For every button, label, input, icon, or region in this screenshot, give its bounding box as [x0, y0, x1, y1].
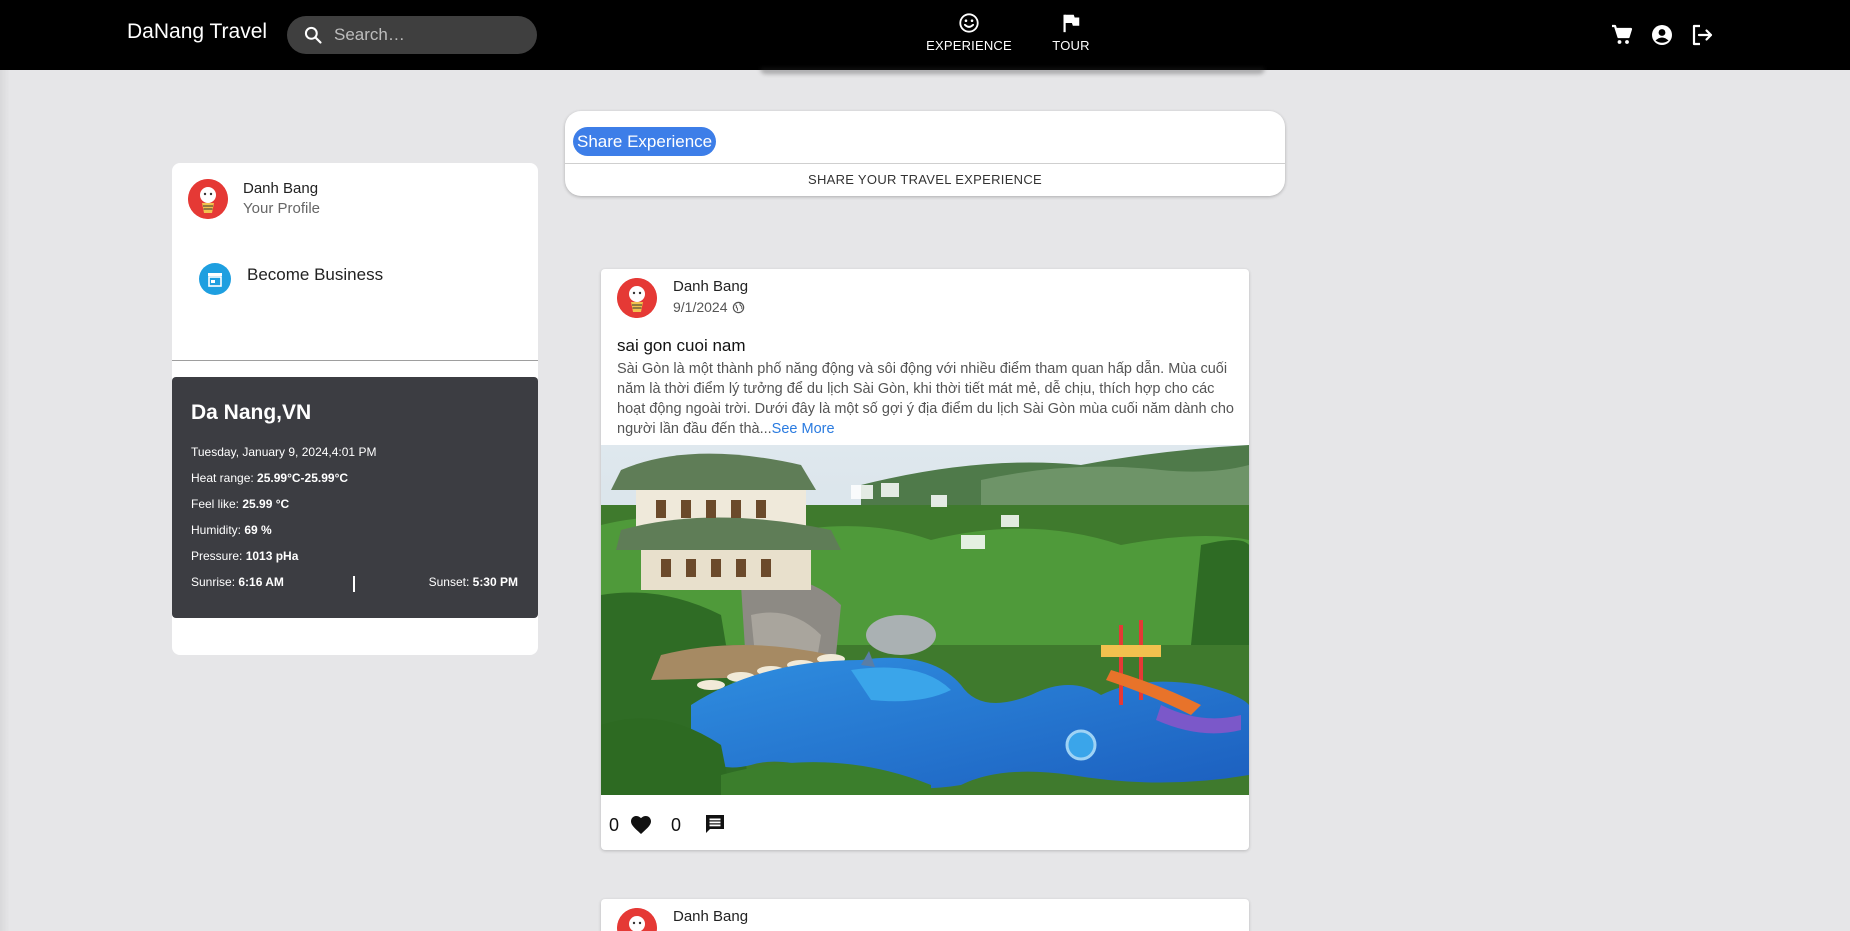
post-author-avatar[interactable]: [617, 908, 657, 931]
post-card: Danh Bang: [601, 899, 1249, 931]
post-image[interactable]: [601, 445, 1249, 795]
sidebar-divider: [172, 360, 538, 361]
weather-widget: Da Nang,VN Tuesday, January 9, 2024,4:01…: [172, 377, 538, 618]
logout-icon[interactable]: [1690, 23, 1714, 47]
post-author-avatar[interactable]: [617, 278, 657, 318]
become-business-link[interactable]: Become Business: [247, 265, 383, 285]
post-body-text: Sài Gòn là một thành phố năng động và sô…: [617, 361, 1234, 437]
weather-city: Da Nang,VN: [191, 401, 312, 424]
weather-sunrise: Sunrise: 6:16 AM: [191, 575, 284, 589]
smiley-icon: [959, 13, 979, 33]
flag-icon: [1063, 14, 1080, 33]
post-author-name[interactable]: Danh Bang: [673, 278, 748, 295]
share-card-subtitle[interactable]: SHARE YOUR TRAVEL EXPERIENCE: [565, 172, 1285, 187]
weather-datetime: Tuesday, January 9, 2024,4:01 PM: [191, 445, 377, 459]
account-circle-icon[interactable]: [1650, 23, 1674, 47]
weather-humidity: Humidity: 69 %: [191, 523, 272, 537]
nav-experience-label: EXPERIENCE: [926, 38, 1012, 53]
cart-icon[interactable]: [1610, 23, 1634, 47]
avatar-mascot-icon: [188, 179, 228, 219]
top-navigation-bar: DaNang Travel EXPERIENCE TOUR: [0, 0, 1850, 70]
profile-name[interactable]: Danh Bang: [243, 180, 318, 197]
left-sidebar: Danh Bang Your Profile Become Business D…: [172, 163, 538, 655]
like-count: 0: [609, 815, 620, 835]
search-box[interactable]: [287, 16, 537, 54]
post-author-name[interactable]: Danh Bang: [673, 908, 748, 925]
avatar-mascot-icon: [617, 908, 657, 931]
weather-heat-range: Heat range: 25.99°C-25.99°C: [191, 471, 349, 485]
profile-subtitle[interactable]: Your Profile: [243, 200, 320, 217]
post-date: 9/1/2024: [673, 299, 745, 315]
post-title: sai gon cuoi nam: [617, 336, 746, 355]
heart-icon[interactable]: [629, 813, 653, 837]
search-icon: [304, 26, 322, 44]
brand-logo-text[interactable]: DaNang Travel: [127, 20, 267, 44]
page-edge-shadow: [0, 70, 10, 931]
nav-experience[interactable]: EXPERIENCE: [925, 12, 1013, 55]
resort-photo: [601, 445, 1249, 795]
store-icon[interactable]: [199, 263, 231, 295]
post-card: Danh Bang 9/1/2024 sai gon cuoi nam Sài …: [601, 269, 1249, 850]
share-experience-button[interactable]: Share Experience: [573, 127, 717, 156]
nav-tour[interactable]: TOUR: [1046, 12, 1096, 55]
weather-sunset: Sunset: 5:30 PM: [428, 575, 518, 589]
avatar-mascot-icon: [617, 278, 657, 318]
header-drop-shadow: [760, 68, 1265, 74]
comment-count: 0: [671, 815, 682, 835]
weather-pressure: Pressure: 1013 pHa: [191, 549, 299, 563]
search-input[interactable]: [334, 16, 529, 54]
post-body: Sài Gòn là một thành phố năng động và sô…: [617, 359, 1239, 439]
see-more-link[interactable]: See More: [772, 421, 835, 437]
avatar[interactable]: [188, 179, 228, 219]
share-experience-card: Share Experience SHARE YOUR TRAVEL EXPER…: [565, 111, 1285, 196]
share-card-divider: [565, 163, 1285, 164]
weather-feel-like: Feel like: 25.99 °C: [191, 497, 290, 511]
comment-icon[interactable]: [703, 812, 727, 836]
nav-tour-label: TOUR: [1052, 38, 1090, 53]
weather-separator: [353, 576, 355, 592]
globe-icon: [732, 301, 744, 314]
